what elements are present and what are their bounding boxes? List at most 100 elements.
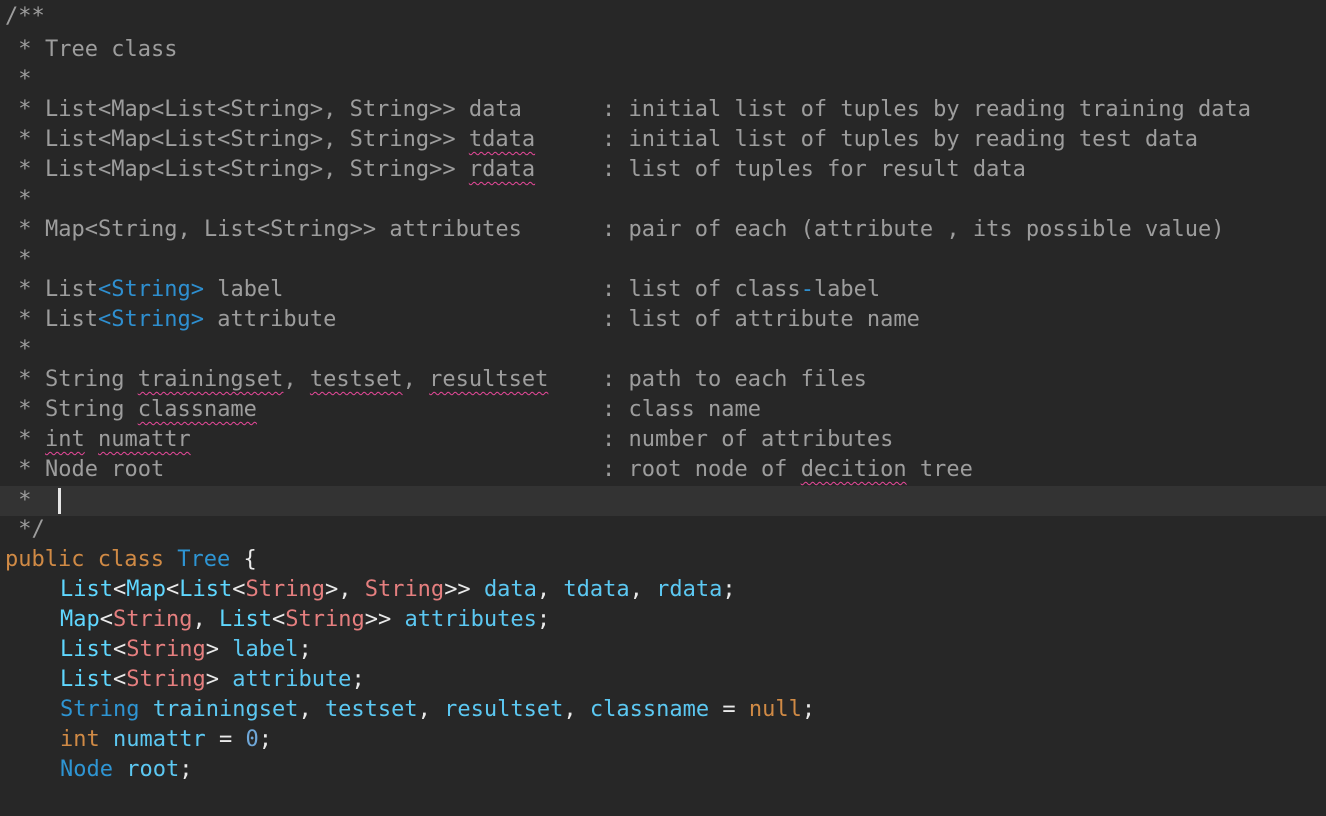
code-line: * int numattr : number of attributes [0,425,1326,455]
spellcheck-word[interactable]: rdata [469,157,535,182]
keyword-class: class [97,547,164,572]
type-map: Map [126,577,166,602]
spellcheck-word[interactable]: tdata [469,127,535,152]
class-name: Tree [177,547,231,572]
punct-lt: < [112,637,127,662]
punct-comma: , [536,577,564,602]
field-declaration: Map<String, List<String>> attributes; [60,605,550,635]
type-list: List [60,667,113,692]
comment-star: * [5,337,32,362]
code-line: /** [0,2,1326,32]
spellcheck-word[interactable]: testset [310,367,403,392]
code-line: String trainingset, testset, resultset, … [0,695,1326,725]
punct-semicolon: ; [722,577,736,602]
comment-desc: : list of tuples for result data [602,157,1026,182]
comment-decl-suffix: attribute [203,307,337,332]
type-list: List [60,577,113,602]
comment-decl-prefix: List [45,277,98,302]
var-classname: classname [589,697,710,722]
comment-decl-sep: , [402,367,430,392]
punct-equals: = [205,727,246,752]
comment-decl: List<Map<List<String>, String>> data [45,97,522,122]
spellcheck-word[interactable]: classname [138,397,257,422]
text-cursor [58,488,61,514]
comment-desc-suffix: label [813,277,881,302]
comment-decl: String classname [45,395,257,425]
code-line: * List<String> attribute : list of attri… [0,305,1326,335]
comment-dash: - [800,277,814,302]
code-line: * [0,185,1326,215]
field-declaration: List<String> label; [60,635,312,665]
spellcheck-word[interactable]: decition [801,457,907,482]
spellcheck-word[interactable]: int [45,427,85,452]
field-declaration: Node root; [60,755,192,785]
comment-star: * [5,217,32,242]
current-line[interactable]: * [0,486,1326,516]
code-line: * Map<String, List<String>> attributes :… [0,215,1326,245]
type-string: String [113,607,193,632]
spellcheck-word[interactable]: resultset [429,367,548,392]
comment-star: * [5,367,32,392]
punct-semicolon: ; [298,637,312,662]
type-string: String [60,697,140,722]
comment-title: Tree class [45,37,178,62]
comment-decl: Map<String, List<String>> attributes [45,217,522,242]
comment-decl-suffix: label [203,277,284,302]
spellcheck-word[interactable]: trainingset [138,367,284,392]
spellcheck-word[interactable]: numattr [98,427,191,452]
code-line: * List<String> label : list of class-lab… [0,275,1326,305]
type-string: String [364,577,445,602]
code-line: Node root; [0,755,1326,785]
punct-gt: > [205,637,219,662]
punct-gt: > [205,667,219,692]
code-line: * Tree class [0,35,1326,65]
comment-desc: : path to each files [602,367,867,392]
var-rdata: rdata [656,577,723,602]
type-string: String [126,667,206,692]
comment-decl: List<String> label [45,275,283,305]
comment-desc: : class name [602,397,761,422]
punct-equals: = [709,697,749,722]
var-trainingset: trainingset [152,697,299,722]
comment-desc: : initial list of tuples by reading trai… [602,97,1252,122]
code-editor[interactable]: /** * Tree class * * List<Map<List<Strin… [0,0,1326,816]
literal-null: null [748,697,802,722]
comment-close: */ [5,517,45,542]
code-line: Map<String, List<String>> attributes; [0,605,1326,635]
punct-semicolon: ; [179,757,193,782]
comment-decl-prefix: List [45,307,98,332]
punct-gtgt: >> [444,577,471,602]
comment-star: * [5,37,32,62]
comment-desc: : root node of decition tree [602,455,973,485]
comment-star: * [5,67,32,92]
punct-semicolon: ; [258,727,272,752]
comment-desc: : number of attributes [602,427,894,452]
code-line: int numattr = 0; [0,725,1326,755]
field-declaration: List<Map<List<String>, String>> data, td… [60,575,736,605]
comment-generic-type: <String> [97,307,204,332]
code-line: * List<Map<List<String>, String>> data :… [0,95,1326,125]
var-resultset: resultset [444,697,564,722]
comment-star: * [5,157,32,182]
code-line: List<String> label; [0,635,1326,665]
type-map: Map [60,607,100,632]
type-string: String [126,637,206,662]
punct-lt: < [165,577,180,602]
punct-comma: , [629,577,657,602]
class-declaration: public class Tree { [5,545,257,575]
punct-lt: < [112,577,127,602]
comment-desc: : list of class-label [602,275,880,305]
code-line: public class Tree { [0,545,1326,575]
code-line: List<Map<List<String>, String>> data, td… [0,575,1326,605]
comment-decl-type: String [45,367,138,392]
code-line: * [0,65,1326,95]
punct-comma: , [192,607,219,632]
comment-desc-prefix: : list of class [602,277,801,302]
punct-gt: > [324,577,339,602]
punct-semicolon: ; [351,667,365,692]
code-line: List<String> attribute; [0,665,1326,695]
field-declaration: String trainingset, testset, resultset, … [60,695,815,725]
type-list: List [60,637,113,662]
punct-comma: , [338,577,365,602]
var-tdata: tdata [563,577,630,602]
